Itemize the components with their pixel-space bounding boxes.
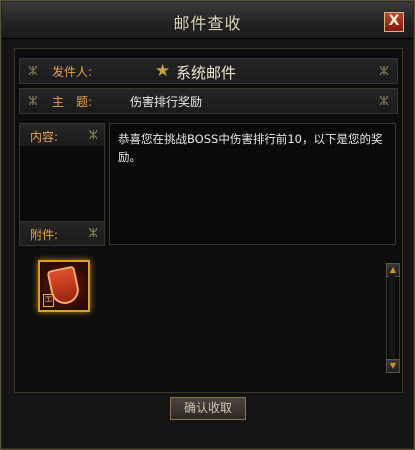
scroll-up-icon[interactable]: ▲ (386, 263, 400, 277)
subject-label: 主 题: (52, 95, 93, 109)
content-body: 恭喜您在挑战BOSS中伤害排行前10，以下是您的奖励。 (109, 123, 396, 245)
ornament-icon: ⵣ (28, 64, 38, 78)
scroll-down-icon[interactable]: ▼ (386, 359, 400, 373)
star-icon: ★ (155, 61, 171, 81)
content-label-box: 内容: ⵣ (20, 124, 104, 146)
scroll-track[interactable] (389, 276, 395, 358)
ornament-icon: ⵣ (379, 94, 389, 108)
title-bar[interactable]: 邮件查收 X (2, 2, 413, 39)
content-label: 内容: (30, 130, 59, 144)
mail-window: 邮件查收 X ⵣ 发件人: ★ 系统邮件 ⵣ ⵣ 主 题: 伤害排行奖励 ⵣ 内… (0, 0, 415, 450)
confirm-collect-button[interactable]: 确认收取 (170, 397, 246, 420)
subject-row: ⵣ 主 题: 伤害排行奖励 ⵣ (19, 88, 398, 114)
attachment-area: ⚿ (19, 249, 396, 387)
lock-icon: ⚿ (43, 294, 54, 307)
ornament-icon: ⵣ (88, 128, 98, 142)
attachment-label-box: 附件: ⵣ (19, 221, 105, 246)
attachment-item-slot[interactable]: ⚿ (38, 260, 90, 312)
subject-value: 伤害排行奖励 (130, 95, 203, 109)
sender-name: 系统邮件 (176, 64, 237, 82)
ornament-icon: ⵣ (88, 226, 98, 240)
mail-panel: ⵣ 发件人: ★ 系统邮件 ⵣ ⵣ 主 题: 伤害排行奖励 ⵣ 内容: ⵣ 恭喜… (14, 48, 403, 393)
close-button[interactable]: X (384, 12, 404, 32)
close-icon: X (388, 13, 400, 29)
window-title: 邮件查收 (173, 14, 242, 33)
ornament-icon: ⵣ (379, 64, 389, 78)
sender-label: 发件人: (52, 65, 93, 79)
sender-row: ⵣ 发件人: ★ 系统邮件 ⵣ (19, 58, 398, 84)
ornament-icon: ⵣ (28, 94, 38, 108)
attachment-scrollbar[interactable]: ▲ ▼ (386, 263, 400, 373)
attachment-label: 附件: (30, 228, 59, 242)
